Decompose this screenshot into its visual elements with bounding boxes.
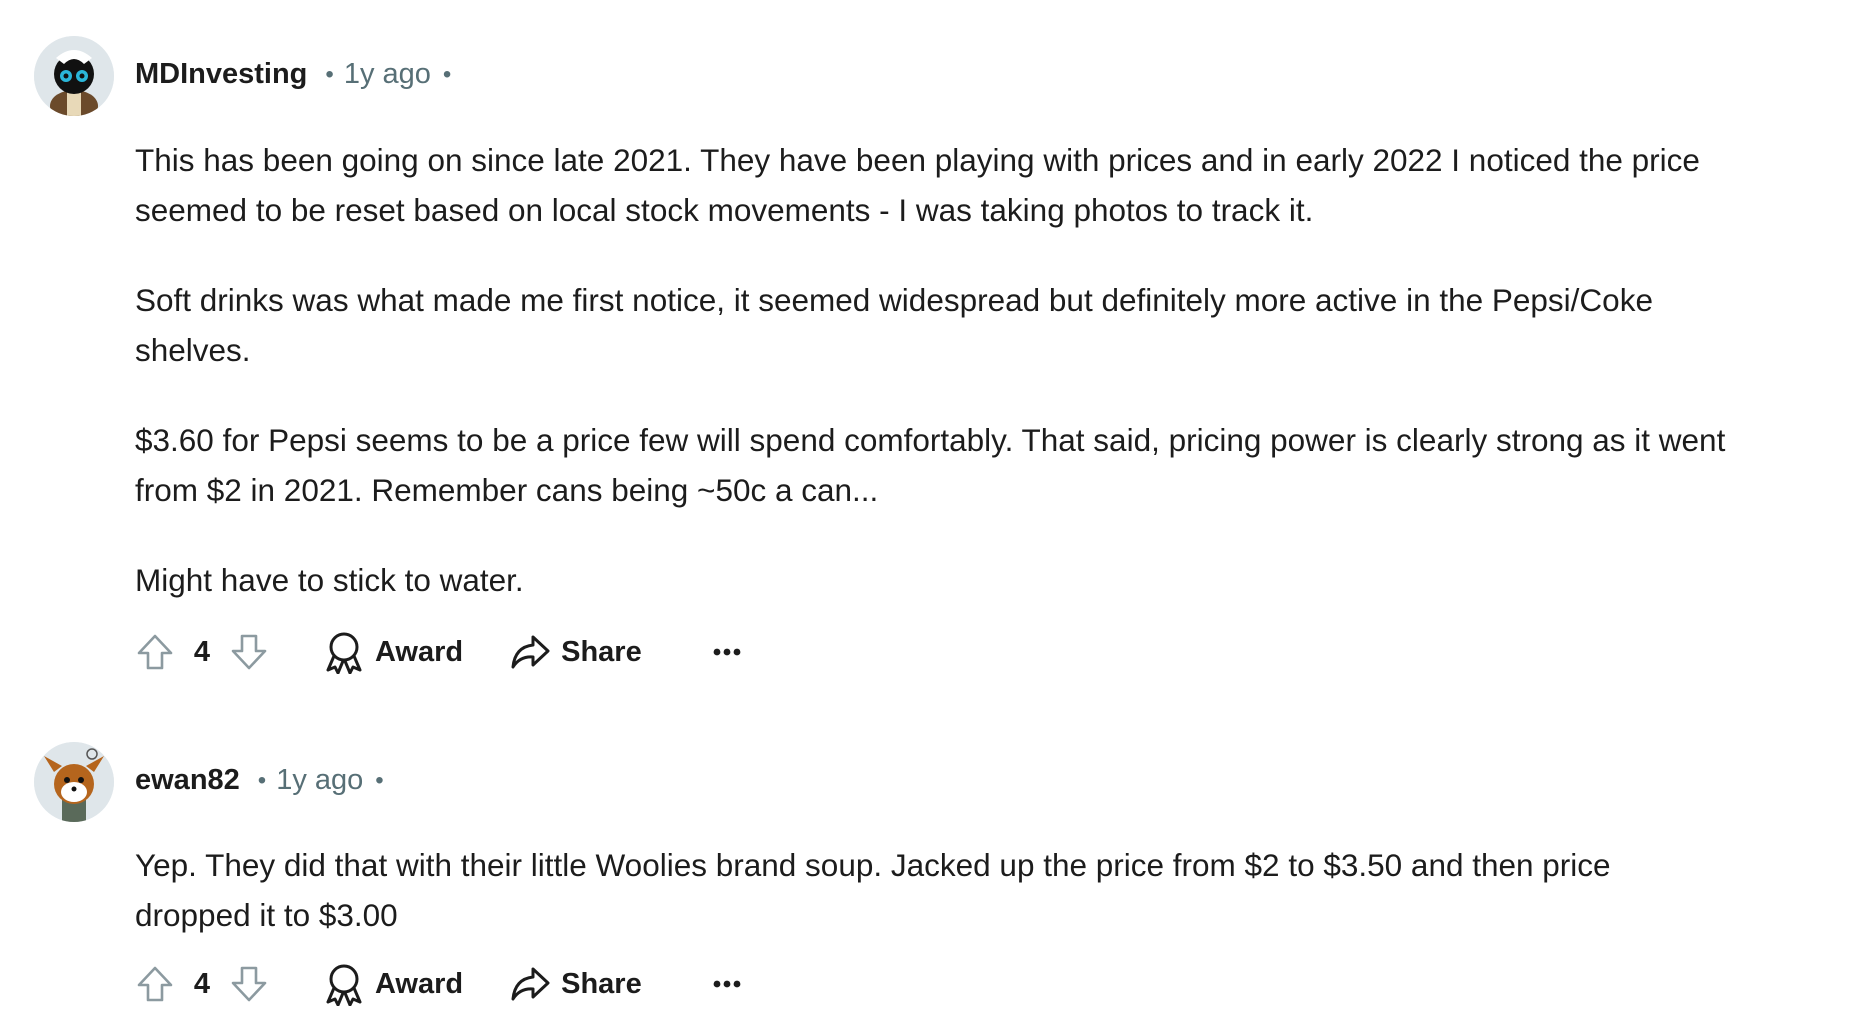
meta-separator: • [375, 766, 384, 794]
share-label: Share [561, 967, 642, 1000]
share-label: Share [561, 635, 642, 668]
comment-line: seemed to be reset based on local stock … [135, 192, 1314, 228]
downvote-button[interactable] [227, 630, 271, 674]
award-icon [326, 964, 362, 1006]
award-button[interactable]: Award [323, 962, 463, 1006]
comment-meta: MDInvesting • 1y ago • [135, 58, 451, 91]
award-label: Award [375, 967, 464, 1000]
award-button[interactable]: Award [323, 630, 463, 674]
downvote-button[interactable] [227, 962, 271, 1006]
upvote-icon [137, 634, 173, 670]
timestamp[interactable]: 1y ago [344, 58, 431, 91]
comment-body: This has been going on since late 2021. … [135, 135, 1866, 605]
award-label: Award [375, 635, 464, 668]
timestamp[interactable]: 1y ago [276, 764, 363, 797]
downvote-icon [231, 966, 267, 1002]
meta-separator: • [257, 766, 267, 794]
upvote-button[interactable] [133, 630, 177, 674]
comment-line: from $2 in 2021. Remember cans being ~50… [135, 472, 879, 508]
comment-paragraph: This has been going on since late 2021. … [135, 135, 1866, 235]
skunk-avatar-icon[interactable] [34, 36, 114, 116]
username[interactable]: MDInvesting [135, 58, 307, 91]
share-button[interactable]: Share [509, 632, 642, 672]
meta-separator: • [442, 60, 452, 88]
comment-paragraph: Might have to stick to water. [135, 555, 1866, 605]
share-icon [511, 635, 550, 669]
more-icon [713, 648, 741, 656]
comment-line: dropped it to $3.00 [135, 897, 398, 933]
comment-meta: ewan82 • 1y ago • [135, 764, 384, 797]
upvote-icon [137, 966, 173, 1002]
comment-line: This has been going on since late 2021. … [135, 142, 1700, 178]
share-button[interactable]: Share [509, 964, 642, 1004]
username[interactable]: ewan82 [135, 764, 240, 797]
comment-body: Yep. They did that with their little Woo… [135, 840, 1866, 940]
award-icon [326, 632, 362, 674]
comment-line: Yep. They did that with their little Woo… [135, 847, 1611, 883]
comment-paragraph: $3.60 for Pepsi seems to be a price few … [135, 415, 1866, 515]
share-icon [511, 967, 550, 1001]
vote-score: 4 [193, 967, 211, 1000]
fox-avatar-icon[interactable] [34, 742, 114, 822]
comment-paragraph: Yep. They did that with their little Woo… [135, 840, 1866, 940]
upvote-button[interactable] [133, 962, 177, 1006]
more-icon [713, 980, 741, 988]
comment-line: $3.60 for Pepsi seems to be a price few … [135, 422, 1726, 458]
comment-actions: 4 Award Share [133, 627, 742, 677]
comment-line: Soft drinks was what made me first notic… [135, 282, 1653, 318]
more-options-button[interactable] [712, 979, 742, 989]
comment-line: shelves. [135, 332, 251, 368]
vote-score: 4 [193, 635, 211, 668]
comment-paragraph: Soft drinks was what made me first notic… [135, 275, 1866, 375]
comment-actions: 4 Award Share [133, 959, 742, 1009]
comment-line: Might have to stick to water. [135, 562, 524, 598]
meta-separator: • [325, 60, 334, 88]
downvote-icon [231, 634, 267, 670]
more-options-button[interactable] [712, 647, 742, 657]
